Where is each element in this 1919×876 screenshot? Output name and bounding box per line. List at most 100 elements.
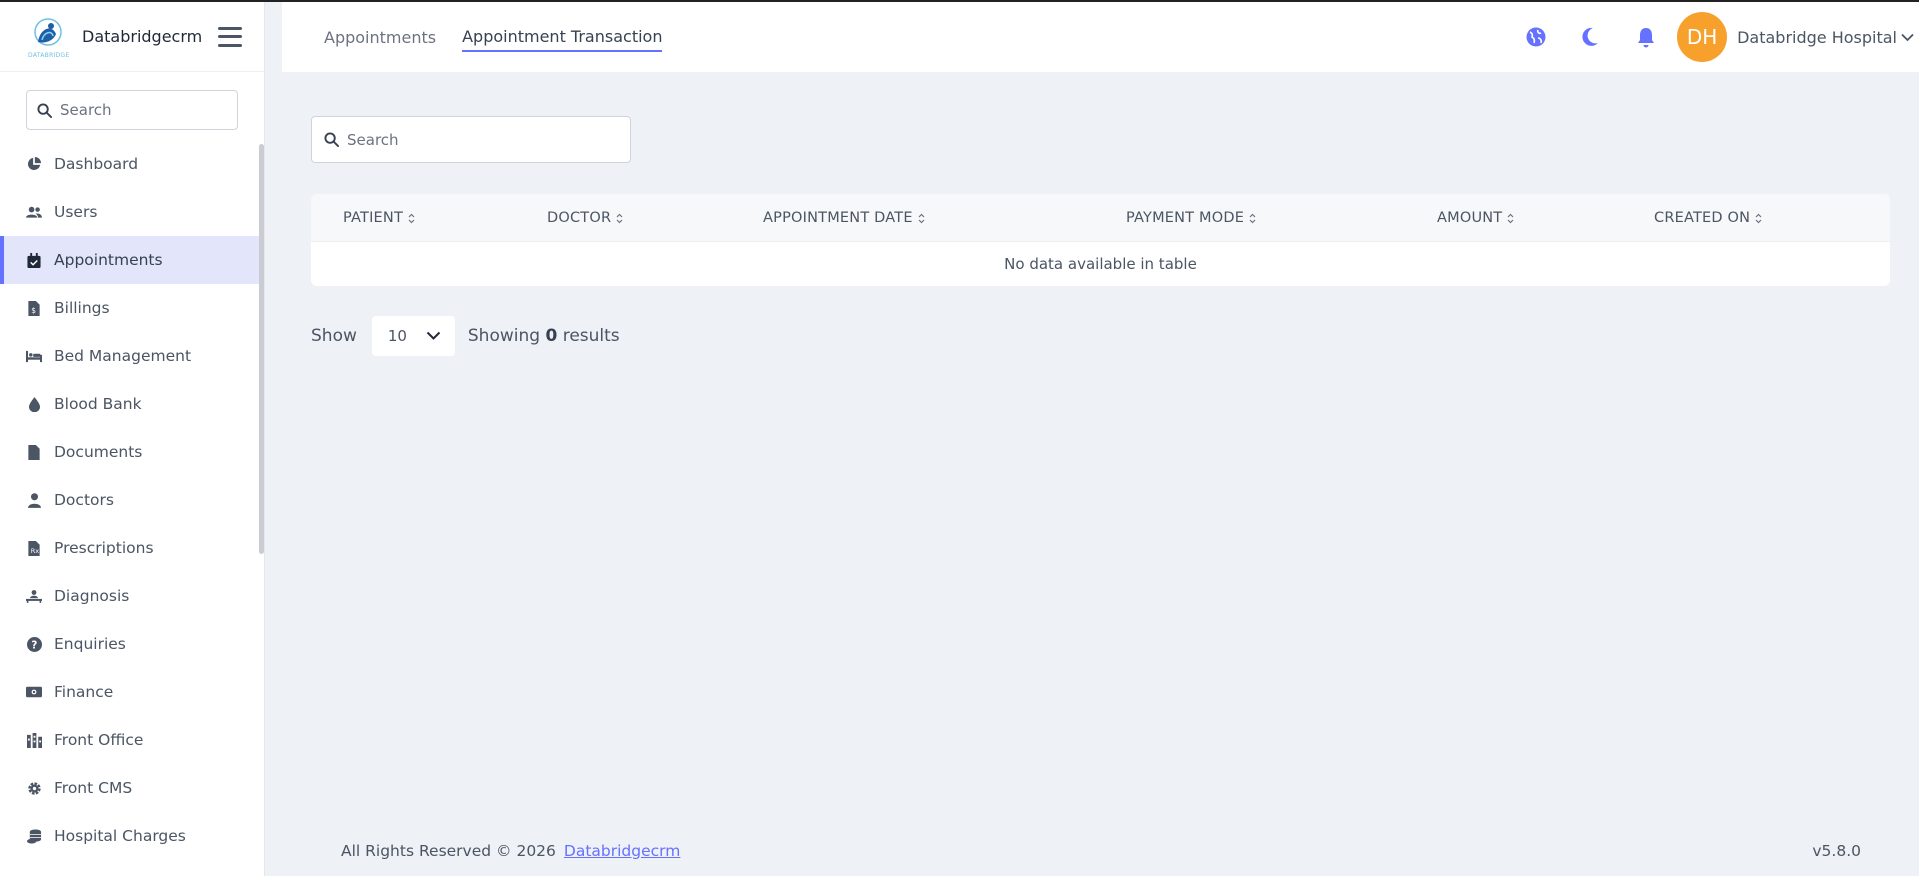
footer-link[interactable]: Databridgecrm	[564, 842, 680, 860]
column-header-created-on[interactable]: CREATED ON	[1654, 194, 1762, 242]
sidebar-item-documents[interactable]: Documents	[0, 428, 264, 476]
theme-toggle-button[interactable]	[1579, 26, 1601, 48]
sidebar-item-label: Front Office	[54, 731, 144, 749]
sidebar-item-diagnosis[interactable]: Diagnosis	[0, 572, 264, 620]
column-header-amount[interactable]: AMOUNT	[1437, 194, 1514, 242]
topbar: Appointments Appointment Transaction DH …	[282, 2, 1919, 72]
svg-text:$: $	[31, 306, 36, 315]
table-header: PATIENT DOCTOR APPOINTMENT DATE PAYMENT …	[311, 194, 1890, 242]
sidebar-search[interactable]	[26, 90, 238, 130]
calendar-check-icon	[26, 252, 42, 268]
column-header-appointment-date[interactable]: APPOINTMENT DATE	[763, 194, 925, 242]
table-search[interactable]	[311, 116, 631, 163]
sidebar-item-billings[interactable]: $ Billings	[0, 284, 264, 332]
gear-icon	[26, 780, 42, 796]
sort-icon	[1249, 213, 1256, 224]
column-label: PAYMENT MODE	[1126, 210, 1245, 226]
search-icon	[37, 102, 52, 118]
brand: DATABRIDGE Databridgecrm	[0, 2, 264, 72]
sidebar-item-label: Appointments	[54, 251, 163, 269]
sort-icon	[1507, 213, 1514, 224]
sidebar-item-label: Dashboard	[54, 155, 139, 173]
svg-text:?: ?	[31, 639, 37, 651]
logo-text: DATABRIDGE	[28, 51, 70, 59]
user-doctor-icon	[26, 492, 42, 508]
sidebar-item-prescriptions[interactable]: Rx Prescriptions	[0, 524, 264, 572]
sidebar-item-front-office[interactable]: Front Office	[0, 716, 264, 764]
per-page-select[interactable]: 10	[371, 316, 455, 356]
chart-pie-icon	[26, 156, 42, 172]
copyright-text: All Rights Reserved © 2026	[341, 842, 556, 860]
bell-icon	[1638, 27, 1655, 47]
sort-icon	[616, 213, 623, 224]
avatar[interactable]: DH	[1677, 12, 1728, 62]
language-button[interactable]	[1525, 26, 1547, 48]
sidebar-item-finance[interactable]: Finance	[0, 668, 264, 716]
tab-appointment-transaction[interactable]: Appointment Transaction	[462, 22, 663, 52]
sidebar-item-hospital-charges[interactable]: Hospital Charges	[0, 812, 264, 860]
chevron-down-icon	[426, 331, 441, 340]
sidebar: DATABRIDGE Databridgecrm Dashboard Users…	[0, 2, 265, 876]
pagination-bar: Show 10 Showing 0 results	[311, 316, 620, 356]
search-icon	[324, 132, 339, 147]
sidebar-item-doctors[interactable]: Doctors	[0, 476, 264, 524]
footer: All Rights Reserved © 2026 Databridgecrm	[341, 842, 680, 860]
building-icon	[26, 732, 42, 748]
version-label: v5.8.0	[1812, 842, 1861, 860]
sidebar-search-input[interactable]	[60, 101, 220, 119]
menu-toggle-button[interactable]	[218, 26, 242, 47]
column-label: APPOINTMENT DATE	[763, 210, 913, 226]
globe-icon	[1526, 27, 1546, 47]
sort-icon	[408, 213, 415, 224]
per-page-value: 10	[387, 327, 407, 345]
question-circle-icon: ?	[26, 636, 42, 652]
table-search-input[interactable]	[347, 130, 607, 149]
results-count: Showing 0 results	[467, 326, 620, 346]
sidebar-menu: Dashboard Users Appointments $ Billings …	[0, 140, 264, 860]
sidebar-item-users[interactable]: Users	[0, 188, 264, 236]
sort-icon	[1755, 213, 1762, 224]
sidebar-item-label: Hospital Charges	[54, 827, 186, 845]
column-header-payment-mode[interactable]: PAYMENT MODE	[1126, 194, 1256, 242]
users-icon	[26, 204, 42, 220]
coins-icon	[26, 828, 42, 844]
tab-appointments[interactable]: Appointments	[324, 22, 436, 52]
sidebar-item-label: Billings	[54, 299, 110, 317]
file-icon	[26, 444, 42, 460]
column-label: CREATED ON	[1654, 210, 1751, 226]
user-name[interactable]: Databridge Hospital	[1737, 28, 1897, 47]
results-number: 0	[545, 326, 558, 346]
sidebar-item-dashboard[interactable]: Dashboard	[0, 140, 264, 188]
sort-icon	[918, 213, 925, 224]
column-header-patient[interactable]: PATIENT	[343, 194, 415, 242]
droplet-icon	[26, 396, 42, 412]
bed-icon	[26, 348, 42, 364]
sidebar-item-appointments[interactable]: Appointments	[0, 236, 264, 284]
sidebar-item-front-cms[interactable]: Front CMS	[0, 764, 264, 812]
diagnosis-icon	[26, 588, 42, 604]
topbar-actions: DH Databridge Hospital	[1525, 2, 1919, 72]
brand-logo[interactable]: DATABRIDGE	[26, 14, 72, 60]
sidebar-item-label: Bed Management	[54, 347, 192, 365]
sidebar-item-label: Finance	[54, 683, 114, 701]
svg-text:Rx: Rx	[31, 547, 40, 555]
column-label: PATIENT	[343, 210, 404, 226]
chevron-down-icon[interactable]	[1901, 30, 1915, 44]
sidebar-scrollbar[interactable]	[259, 144, 264, 554]
sidebar-item-label: Doctors	[54, 491, 114, 509]
sidebar-item-label: Blood Bank	[54, 395, 142, 413]
sidebar-item-blood-bank[interactable]: Blood Bank	[0, 380, 264, 428]
hamburger-icon	[218, 26, 242, 30]
sidebar-item-bed-management[interactable]: Bed Management	[0, 332, 264, 380]
column-label: DOCTOR	[547, 210, 612, 226]
show-label: Show	[311, 326, 357, 346]
sidebar-item-label: Documents	[54, 443, 143, 461]
sidebar-item-enquiries[interactable]: ? Enquiries	[0, 620, 264, 668]
brand-name: Databridgecrm	[82, 27, 203, 46]
column-header-doctor[interactable]: DOCTOR	[547, 194, 623, 242]
sidebar-item-label: Enquiries	[54, 635, 126, 653]
sidebar-item-label: Diagnosis	[54, 587, 130, 605]
sidebar-item-label: Front CMS	[54, 779, 133, 797]
notifications-button[interactable]	[1635, 26, 1657, 48]
moon-icon	[1582, 27, 1599, 46]
